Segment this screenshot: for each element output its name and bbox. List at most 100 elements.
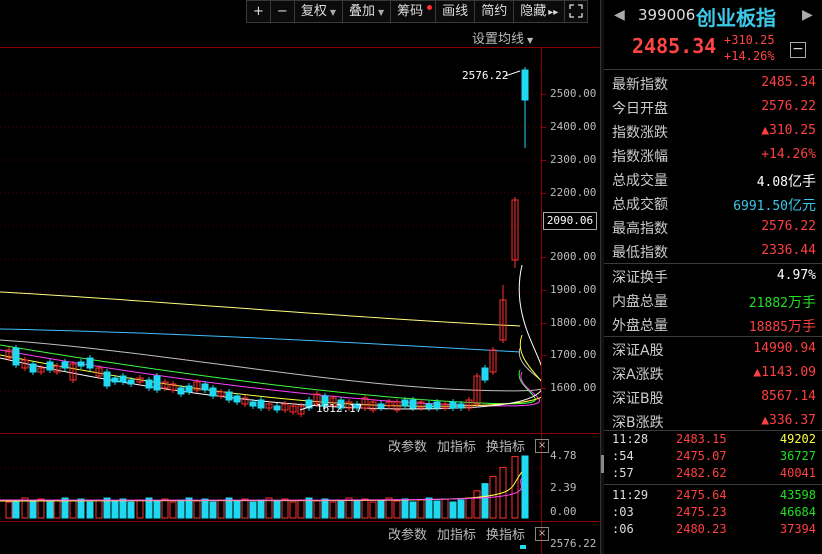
- tick-row[interactable]: :06 2480.23 37394: [604, 521, 822, 538]
- next-stock-icon[interactable]: ▶: [802, 7, 813, 23]
- fuquan-label: 复权: [300, 4, 327, 19]
- quote-row-number: 2485.34: [761, 75, 816, 90]
- tick-price: 2482.62: [676, 466, 727, 480]
- kline-chart-area[interactable]: + − 复权 ▼ 叠加 ▼ 筹码 画线 简约 隐藏 ▸▸ 设置均线 ▼ 2090.06 …: [0, 0, 600, 554]
- sub1-add-indicator-button[interactable]: 加指标: [437, 436, 476, 455]
- quote-row-number: 6991.50: [733, 199, 788, 214]
- sub1-switch-indicator-button[interactable]: 换指标: [486, 436, 525, 455]
- chart-toolbar: + − 复权 ▼ 叠加 ▼ 筹码 画线 简约 隐藏 ▸▸: [246, 0, 589, 23]
- sub2-close-icon[interactable]: ×: [535, 526, 550, 541]
- candle-body: [61, 361, 69, 369]
- tick-time: 11:28: [612, 432, 649, 446]
- volume-bar: [329, 501, 337, 519]
- candle-body: [449, 401, 457, 409]
- quote-row-label: 最低指数: [612, 245, 668, 261]
- ma250-line: [0, 291, 521, 327]
- sub2-params-button[interactable]: 改参数: [388, 524, 427, 543]
- candle-body: [377, 403, 385, 409]
- zoom-in-button[interactable]: +: [246, 0, 271, 23]
- prev-stock-icon[interactable]: ◀: [614, 7, 625, 23]
- quote-row-value: 18885万手: [749, 316, 816, 336]
- volume-bar: [369, 501, 377, 519]
- quote-row-unit: 万手: [788, 319, 816, 335]
- zoom-out-button[interactable]: −: [269, 0, 295, 23]
- huaxian-button[interactable]: 画线: [435, 0, 476, 23]
- sub2-divider: [0, 521, 600, 522]
- quote-row: 深证B股 8567.14: [604, 385, 822, 409]
- volume-bar: [46, 501, 54, 519]
- volume-bar: [377, 499, 385, 519]
- volume-bar: [393, 500, 401, 519]
- candlestick-chart[interactable]: [0, 47, 541, 433]
- sub1-params-button[interactable]: 改参数: [388, 436, 427, 455]
- quote-row: 深证A股 14990.94: [604, 337, 822, 361]
- volume-bar: [401, 498, 409, 519]
- fuquan-dropdown[interactable]: 复权 ▼: [293, 0, 343, 23]
- volume-bar: [177, 499, 185, 519]
- sub1-y-label-max: 4.78: [550, 449, 577, 462]
- zoom-out-label: −: [276, 4, 288, 19]
- tick-price: 2475.64: [676, 488, 727, 502]
- volume-bar: [119, 498, 127, 519]
- ma120-line: [0, 328, 521, 353]
- yincang-label: 隐藏: [520, 4, 547, 19]
- volume-bar: [273, 500, 281, 519]
- candle-body: [127, 379, 135, 385]
- latest-price: 2485.34: [632, 34, 717, 58]
- y-tick: [541, 257, 546, 258]
- stock-name: 创业板指: [696, 6, 776, 30]
- candle-body: [111, 377, 119, 383]
- fullscreen-button[interactable]: [564, 0, 589, 23]
- tick-row[interactable]: :57 2482.62 40041: [604, 465, 822, 482]
- tick-volume: 37394: [779, 522, 816, 536]
- volume-bar: [457, 499, 465, 519]
- tick-volume: 40041: [779, 466, 816, 480]
- candle-body: [177, 387, 185, 395]
- quote-row-label: 最高指数: [612, 221, 668, 237]
- tick-time: :54: [612, 449, 634, 463]
- volume-bar: [136, 499, 144, 519]
- volume-bar: [385, 497, 393, 519]
- quote-row-label: 指数涨跌: [612, 125, 668, 141]
- quote-row: 深A涨跌 ▲1143.09: [604, 361, 822, 385]
- volume-bar: [353, 500, 361, 519]
- volume-bar: [193, 500, 201, 519]
- sub2-toolbar: 改参数 加指标 换指标 ×: [388, 524, 550, 543]
- collapse-button[interactable]: −: [790, 42, 806, 58]
- volume-bar: [425, 497, 433, 519]
- sub2-add-indicator-button[interactable]: 加指标: [437, 524, 476, 543]
- divider: [604, 69, 822, 70]
- zoom-in-label: +: [253, 4, 264, 19]
- tick-time: :57: [612, 466, 634, 480]
- diejia-dropdown[interactable]: 叠加 ▼: [341, 0, 392, 23]
- tick-row[interactable]: 11:28 2483.15 49202: [604, 431, 822, 448]
- volume-bar: [12, 499, 20, 519]
- candle-body: [521, 69, 529, 101]
- tick-list[interactable]: 11:28 2483.15 49202:54 2475.07 36727:57 2482.…: [604, 430, 822, 538]
- volume-bar: [249, 501, 257, 519]
- quote-row-number: ▲336.37: [761, 413, 816, 428]
- tick-row[interactable]: :54 2475.07 36727: [604, 448, 822, 465]
- quote-row-label: 最新指数: [612, 77, 668, 93]
- yincang-button[interactable]: 隐藏 ▸▸: [513, 0, 566, 23]
- quote-row-unit: 亿元: [788, 198, 816, 214]
- quote-row-label: 外盘总量: [612, 318, 668, 334]
- tick-price: 2475.23: [676, 505, 727, 519]
- sub1-close-icon[interactable]: ×: [535, 438, 550, 453]
- sub2-switch-indicator-button[interactable]: 换指标: [486, 524, 525, 543]
- tick-row[interactable]: :03 2475.23 46684: [604, 504, 822, 521]
- tick-row[interactable]: 11:29 2475.64 43598: [604, 487, 822, 504]
- ma-settings-dropdown[interactable]: 设置均线 ▼: [472, 28, 533, 47]
- volume-bar: [5, 501, 13, 519]
- chouma-button[interactable]: 筹码: [390, 0, 437, 23]
- volume-bar: [201, 498, 209, 519]
- candle-body: [12, 347, 20, 366]
- jianyue-button[interactable]: 简约: [474, 0, 515, 23]
- quote-row-number: 4.08: [756, 175, 788, 190]
- volume-bar: [305, 497, 313, 519]
- tick-price: 2475.07: [676, 449, 727, 463]
- quote-row: 内盘总量 21882万手: [604, 288, 822, 312]
- quote-rows: 最新指数 2485.34 今日开盘 2576.22 指数涨跌 ▲310.25 指数涨幅 +14…: [604, 71, 822, 433]
- volume-bar: [111, 500, 119, 519]
- volume-chart[interactable]: [0, 454, 541, 521]
